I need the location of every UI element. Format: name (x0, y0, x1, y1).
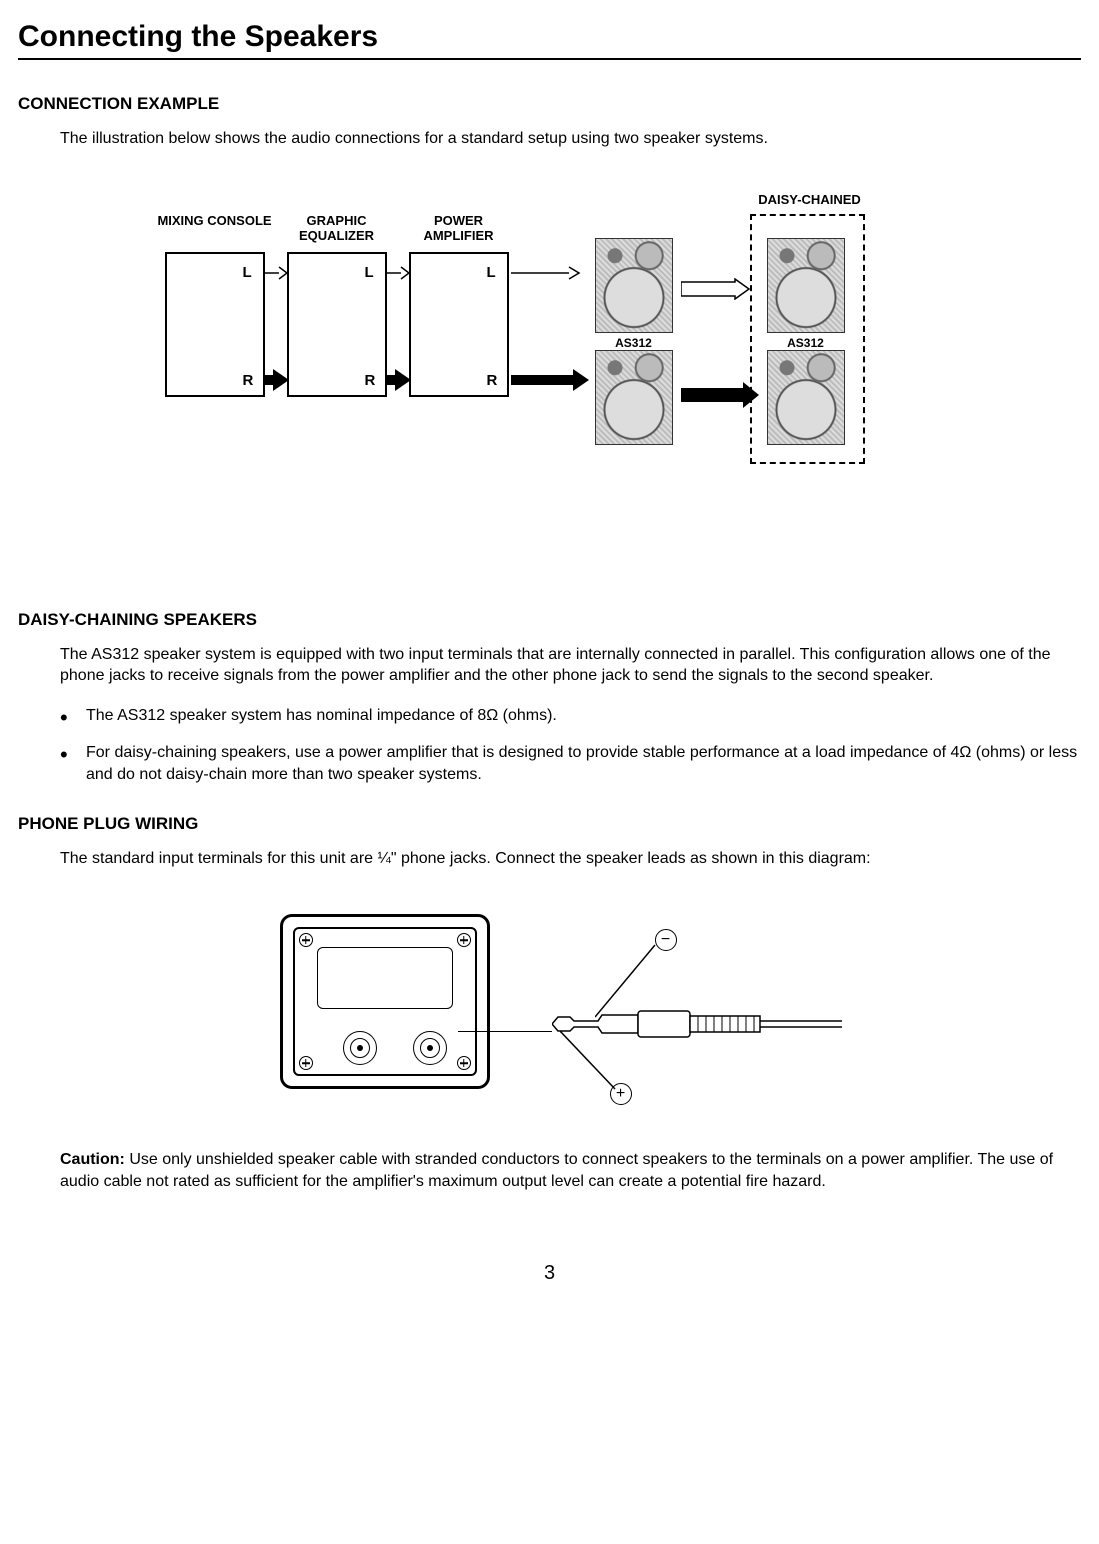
list-item: The AS312 speaker system has nominal imp… (60, 705, 1081, 727)
phone-jack-icon (343, 1031, 377, 1065)
ch-amp-r: R (487, 372, 498, 389)
label-speaker-model-2: AS312 (767, 336, 845, 350)
ch-eq-l: L (365, 264, 374, 281)
guideline (458, 1031, 552, 1032)
screw-icon (299, 1056, 313, 1070)
screw-icon (299, 933, 313, 947)
label-graphic-eq: GRAPHIC EQUALIZER (277, 214, 397, 244)
label-daisy-chained: DAISY-CHAINED (735, 192, 885, 207)
text-daisy-para: The AS312 speaker system is equipped wit… (60, 644, 1081, 687)
page-number: 3 (18, 1262, 1081, 1285)
leader-minus (595, 939, 735, 1029)
list-item: For daisy-chaining speakers, use a power… (60, 742, 1081, 785)
text-caution: Caution: Use only unshielded speaker cab… (60, 1149, 1081, 1192)
text-plug-para: The standard input terminals for this un… (60, 848, 1081, 870)
label-power-amp: POWER AMPLIFIER (399, 214, 519, 244)
arrow-open-icon (511, 266, 581, 280)
heading-phone-plug: PHONE PLUG WIRING (18, 814, 1081, 834)
ch-amp-l: L (487, 264, 496, 281)
diagram-connection-example: MIXING CONSOLE GRAPHIC EQUALIZER POWER A… (165, 220, 935, 500)
list-daisy-bullets: The AS312 speaker system has nominal imp… (60, 705, 1081, 786)
jack-panel (280, 914, 490, 1089)
screw-icon (457, 933, 471, 947)
heading-daisy-chaining: DAISY-CHAINING SPEAKERS (18, 610, 1081, 630)
arrow-open-icon (387, 266, 411, 280)
speaker-icon (595, 238, 673, 333)
arrow-open-icon (681, 278, 751, 300)
polarity-minus-icon: − (655, 929, 677, 951)
caution-body: Use only unshielded speaker cable with s… (60, 1151, 1053, 1190)
ch-mixer-r: R (243, 372, 254, 389)
arrow-open-icon (265, 266, 289, 280)
speaker-icon (767, 350, 845, 445)
page-title: Connecting the Speakers (18, 20, 1081, 60)
screw-icon (457, 1056, 471, 1070)
speaker-icon (767, 238, 845, 333)
speaker-icon (595, 350, 673, 445)
ch-eq-r: R (365, 372, 376, 389)
heading-connection-example: CONNECTION EXAMPLE (18, 94, 1081, 114)
polarity-plus-icon: + (610, 1083, 632, 1105)
jack-panel-inner (293, 927, 477, 1076)
text-connection-intro: The illustration below shows the audio c… (60, 128, 1081, 150)
caution-label: Caution: (60, 1151, 125, 1168)
label-speaker-model-1: AS312 (595, 336, 673, 350)
label-mixing-console: MIXING CONSOLE (155, 214, 275, 229)
phone-jack-icon (413, 1031, 447, 1065)
panel-recess (317, 947, 453, 1009)
ch-mixer-l: L (243, 264, 252, 281)
diagram-phone-plug: − + (200, 899, 900, 1119)
